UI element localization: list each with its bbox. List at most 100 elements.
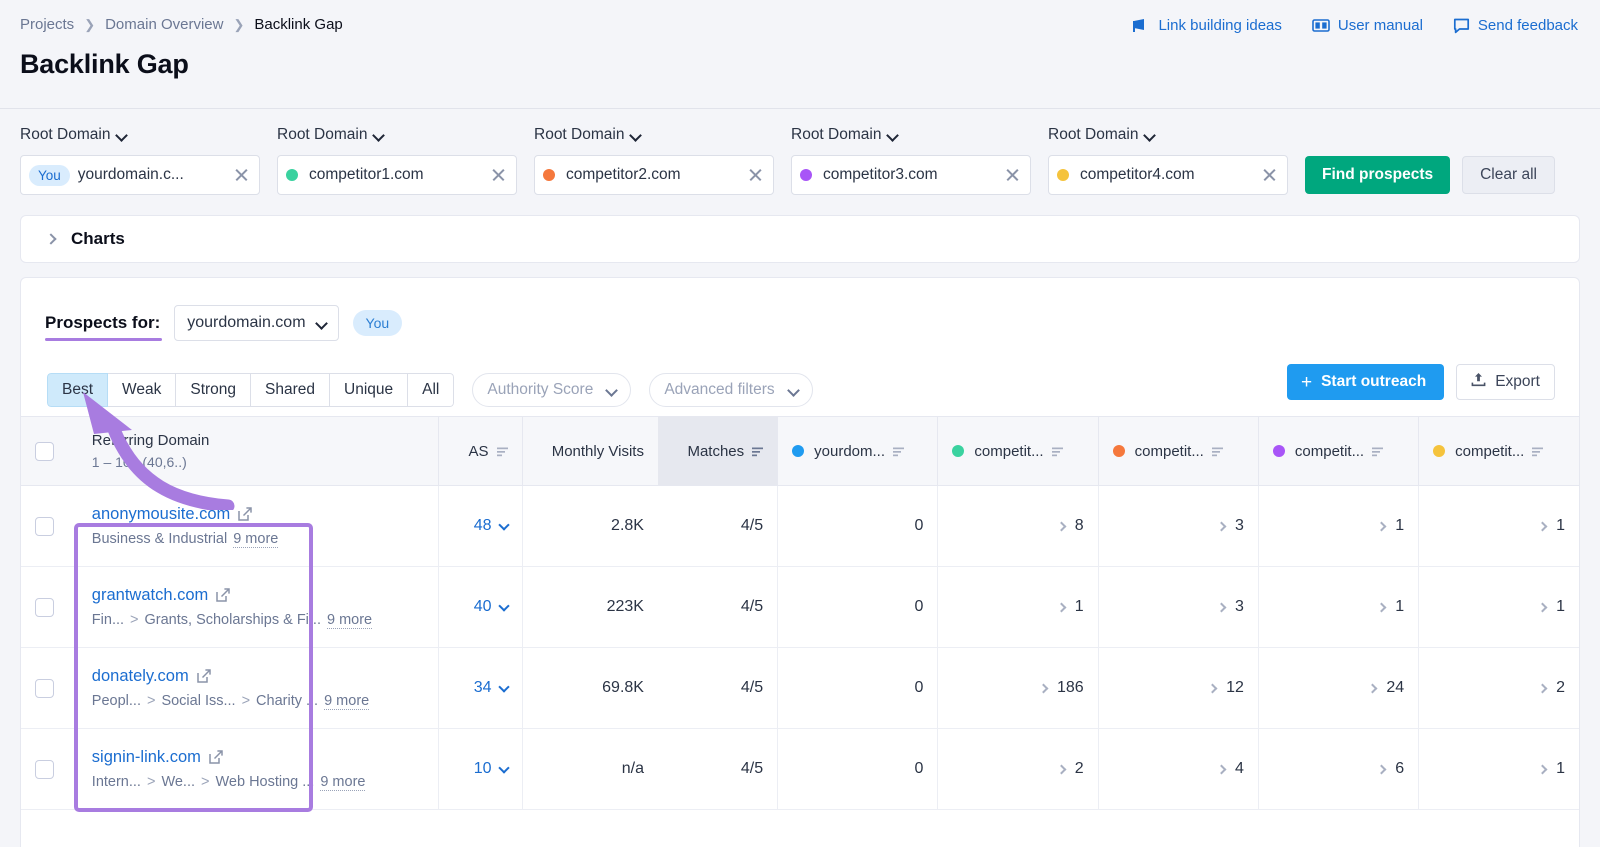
competitor-cell-competitor4[interactable]: 2 (1418, 647, 1579, 729)
table-row[interactable]: anonymousite.com Business & Industrial 9… (21, 485, 1579, 567)
segment-all[interactable]: All (408, 373, 455, 407)
segment-shared[interactable]: Shared (251, 373, 331, 407)
competitor-header-competitor2[interactable]: competit... (1097, 416, 1259, 486)
link-building-ideas-button[interactable]: Link building ideas (1133, 17, 1282, 34)
domain-input-competitor2[interactable]: competitor2.com (534, 155, 774, 195)
chevron-right-icon (1537, 521, 1548, 531)
more-categories-link[interactable]: 9 more (320, 774, 366, 791)
page-header: Projects ❯ Domain Overview ❯ Backlink Ga… (0, 0, 1600, 109)
authority-score-cell[interactable]: 40 (438, 566, 523, 648)
competitor-header-competitor3[interactable]: competit... (1257, 416, 1419, 486)
clear-domain-icon[interactable] (747, 167, 763, 183)
segment-strong[interactable]: Strong (176, 373, 252, 407)
monthly-visits-header[interactable]: Monthly Visits (521, 416, 658, 486)
competitor-header-yourdomain[interactable]: yourdom... (777, 416, 938, 486)
more-categories-link[interactable]: 9 more (326, 612, 373, 629)
clear-domain-icon[interactable] (1261, 167, 1277, 183)
root-domain-selector-4[interactable]: Root Domain (791, 126, 1048, 144)
backlink-gap-page: Projects ❯ Domain Overview ❯ Backlink Ga… (0, 0, 1600, 847)
breadcrumb-item-domain-overview[interactable]: Domain Overview (105, 16, 223, 33)
more-categories-link[interactable]: 9 more (233, 531, 279, 548)
competitor-cell-competitor4[interactable]: 1 (1418, 728, 1579, 810)
send-feedback-button[interactable]: Send feedback (1453, 17, 1578, 34)
competitor-value: 2 (1556, 679, 1565, 696)
find-prospects-button[interactable]: Find prospects (1305, 156, 1451, 194)
competitor-cell-competitor3[interactable]: 1 (1257, 566, 1419, 648)
breadcrumb-item-projects[interactable]: Projects (20, 16, 74, 33)
domain-input-you[interactable]: You yourdomain.c... (20, 155, 260, 195)
row-checkbox[interactable] (35, 597, 54, 617)
clear-domain-icon[interactable] (233, 167, 249, 183)
root-domain-selector-2[interactable]: Root Domain (277, 126, 534, 144)
external-link-icon (209, 750, 223, 764)
competitor-cell-competitor1[interactable]: 8 (937, 485, 1099, 567)
export-button[interactable]: Export (1456, 364, 1555, 400)
clear-domain-icon[interactable] (1004, 167, 1020, 183)
competitor-cell-competitor1[interactable]: 2 (937, 728, 1099, 810)
competitor-cell-competitor1[interactable]: 1 (937, 566, 1099, 648)
row-checkbox[interactable] (35, 516, 54, 536)
authority-score-header[interactable]: AS (438, 416, 523, 486)
charts-accordion[interactable]: Charts (20, 215, 1580, 263)
referring-domain-name: grantwatch.com (91, 585, 209, 604)
header-actions: Link building ideas User manual Send fee… (1133, 17, 1578, 34)
competitor-cell-competitor3[interactable]: 24 (1257, 647, 1419, 729)
segment-weak[interactable]: Weak (108, 373, 177, 407)
authority-score-cell[interactable]: 10 (438, 728, 523, 810)
advanced-filters[interactable]: Advanced filters (649, 373, 813, 407)
select-all-checkbox[interactable] (35, 441, 54, 461)
domain-input-competitor1[interactable]: competitor1.com (277, 155, 517, 195)
table-row[interactable]: grantwatch.com Fin... > Grants, Scholars… (21, 566, 1579, 648)
more-categories-link[interactable]: 9 more (324, 693, 370, 710)
table-row[interactable]: donately.com Peopl... > Social Iss... > … (21, 647, 1579, 729)
row-checkbox[interactable] (35, 678, 54, 698)
chevron-down-icon (1145, 131, 1154, 140)
domain-input-competitor4[interactable]: competitor4.com (1048, 155, 1288, 195)
competitor-cell-competitor2[interactable]: 3 (1097, 485, 1259, 567)
start-outreach-button[interactable]: + Start outreach (1286, 364, 1445, 400)
matches-cell: 4/5 (657, 485, 778, 567)
monthly-visits-cell[interactable]: 2.8K (521, 485, 658, 567)
competitor-value: 12 (1226, 679, 1244, 696)
table-row[interactable]: signin-link.com Intern... > We... > Web … (21, 728, 1579, 810)
clear-domain-icon[interactable] (490, 167, 506, 183)
competitor-header-competitor4[interactable]: competit... (1418, 416, 1579, 486)
prospects-domain-select[interactable]: yourdomain.com (174, 305, 339, 341)
external-link-icon (238, 507, 253, 521)
chevron-right-icon (1537, 602, 1548, 612)
monthly-visits-cell[interactable]: 223K (521, 566, 658, 648)
competitor-cell-competitor4[interactable]: 1 (1418, 485, 1579, 567)
authority-score-filter[interactable]: Authority Score (472, 373, 632, 407)
competitor-cell-competitor2[interactable]: 12 (1097, 647, 1259, 729)
root-domain-selector-5[interactable]: Root Domain (1048, 126, 1305, 144)
referring-domain-link[interactable]: anonymousite.com (92, 505, 425, 524)
monthly-visits-cell[interactable]: 69.8K (521, 647, 658, 729)
matches-header[interactable]: Matches (657, 416, 778, 486)
segment-best[interactable]: Best (47, 373, 109, 407)
competitor-cell-competitor1[interactable]: 186 (937, 647, 1099, 729)
competitor-color-dot (286, 169, 298, 181)
competitor-cell-competitor2[interactable]: 3 (1097, 566, 1259, 648)
competitor-cell-competitor4[interactable]: 1 (1418, 566, 1579, 648)
authority-score-cell[interactable]: 48 (438, 485, 523, 567)
row-checkbox[interactable] (35, 759, 54, 779)
monthly-visits-cell: n/a (521, 728, 658, 810)
referring-domain-link[interactable]: signin-link.com (92, 748, 425, 767)
domain-input-competitor3[interactable]: competitor3.com (791, 155, 1031, 195)
competitor-cell-competitor3[interactable]: 1 (1257, 485, 1419, 567)
competitor-color-dot (1112, 445, 1125, 457)
referring-domain-cell: grantwatch.com Fin... > Grants, Scholars… (77, 566, 439, 648)
root-domain-selector-3[interactable]: Root Domain (534, 126, 791, 144)
competitor-header-competitor1[interactable]: competit... (937, 416, 1099, 486)
referring-domain-link[interactable]: grantwatch.com (92, 586, 425, 605)
authority-score-cell[interactable]: 34 (438, 647, 523, 729)
user-manual-button[interactable]: User manual (1312, 17, 1423, 34)
referring-domain-link[interactable]: donately.com (92, 667, 425, 686)
category-item: Web Hosting ... (215, 773, 315, 790)
competitor-cell-competitor2[interactable]: 4 (1097, 728, 1259, 810)
competitor-cell-competitor3[interactable]: 6 (1257, 728, 1419, 810)
competitor-header-label: competit... (1455, 442, 1525, 460)
clear-all-button[interactable]: Clear all (1462, 156, 1555, 194)
root-domain-selector-1[interactable]: Root Domain (20, 126, 277, 144)
segment-unique[interactable]: Unique (330, 373, 409, 407)
